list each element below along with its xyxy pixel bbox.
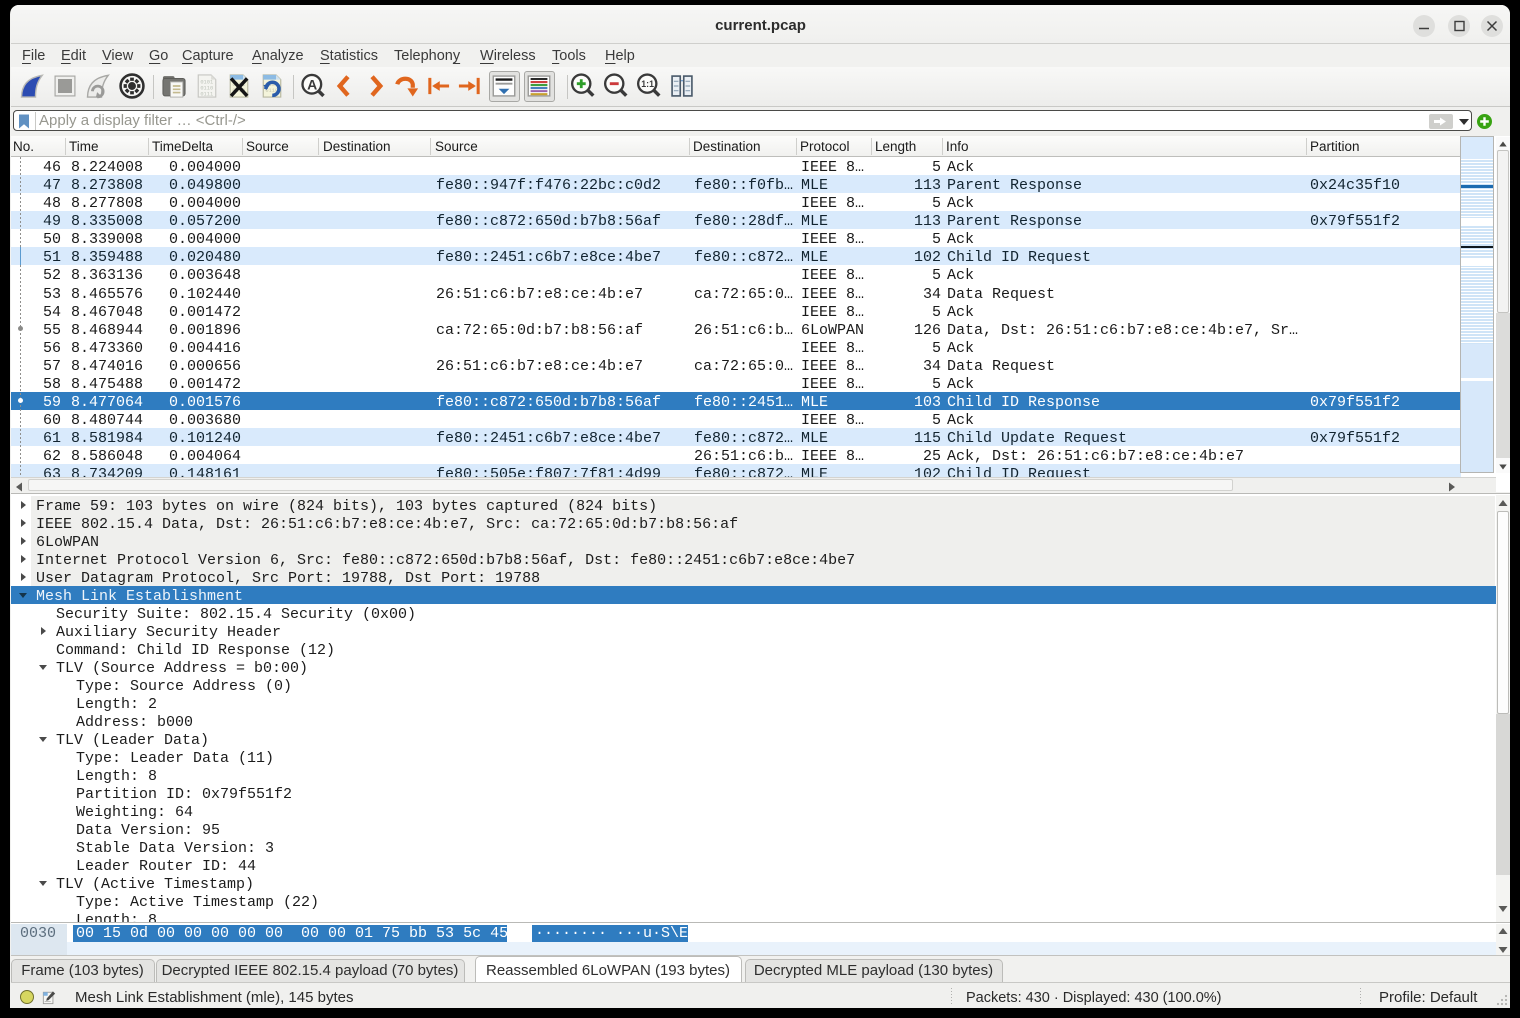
svg-text:0111: 0111 <box>200 91 213 97</box>
svg-text:A: A <box>307 76 317 92</box>
svg-text:1:1: 1:1 <box>641 79 654 89</box>
